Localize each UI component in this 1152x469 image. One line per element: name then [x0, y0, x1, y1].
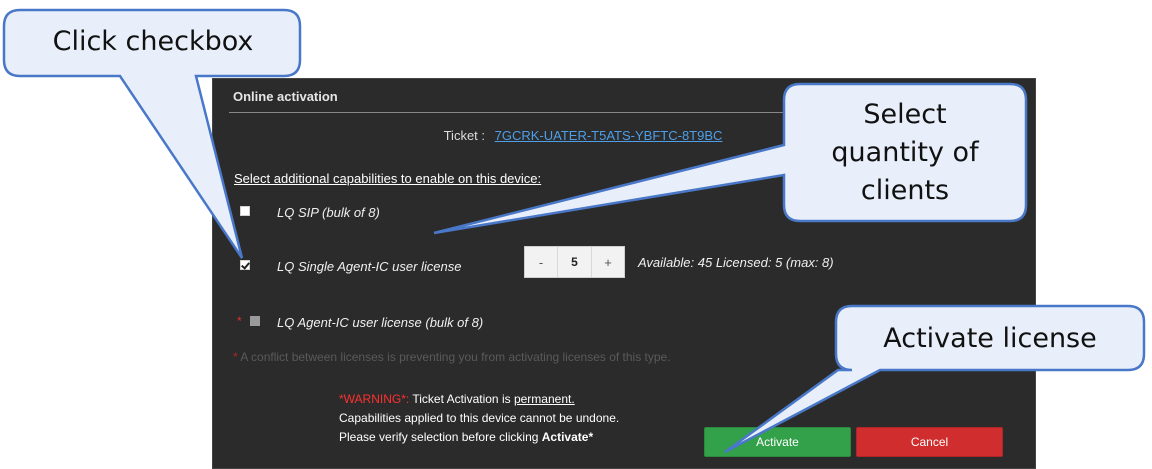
- callout-quantity-line1: Select: [863, 99, 947, 130]
- callout-quantity-line2: quantity of: [831, 137, 979, 168]
- callout-activate-text: Activate license: [883, 323, 1097, 354]
- callout-quantity-line3: clients: [860, 175, 950, 206]
- callout-checkbox-text: Click checkbox: [52, 26, 254, 57]
- callout-layer: [2, 8, 1146, 454]
